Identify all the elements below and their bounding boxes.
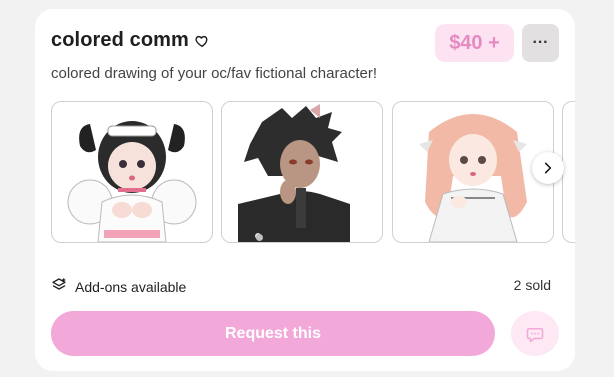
more-options-button[interactable]: ··· [522,24,559,62]
carousel-image-1[interactable] [51,101,213,243]
price-badge: $40 + [435,24,514,62]
listing-card: colored comm $40 + ··· colored drawing o… [35,9,575,371]
listing-title: colored comm [51,29,189,51]
carousel-image-3[interactable] [392,101,554,243]
chat-button[interactable] [511,311,559,356]
sold-count: 2 sold [513,277,551,293]
addons-row: Add-ons available [51,277,186,296]
addons-layers-icon [51,277,67,296]
chevron-right-icon [544,162,552,174]
more-icon: ··· [532,34,549,51]
listing-description: colored drawing of your oc/fav fictional… [51,65,377,82]
heart-icon[interactable] [195,34,209,48]
title-row: colored comm [51,29,209,52]
carousel-next-button[interactable] [532,152,564,184]
image-carousel[interactable] [51,101,575,245]
chat-icon [526,327,544,342]
request-button[interactable]: Request this [51,311,495,356]
carousel-dot [256,234,263,241]
carousel-image-2[interactable] [221,101,383,243]
addons-label: Add-ons available [75,278,187,295]
carousel-image-4[interactable] [562,101,575,243]
